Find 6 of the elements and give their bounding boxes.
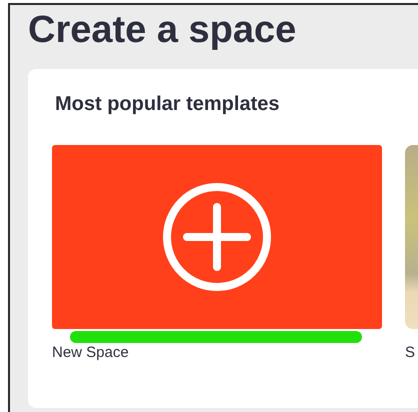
new-space-tile[interactable] bbox=[52, 145, 382, 329]
template-label: New Space bbox=[52, 344, 130, 361]
page-title: Create a space bbox=[28, 8, 298, 53]
plus-circle-icon bbox=[162, 182, 272, 292]
section-heading: Most popular templates bbox=[55, 92, 280, 117]
template-label: S bbox=[405, 344, 416, 361]
